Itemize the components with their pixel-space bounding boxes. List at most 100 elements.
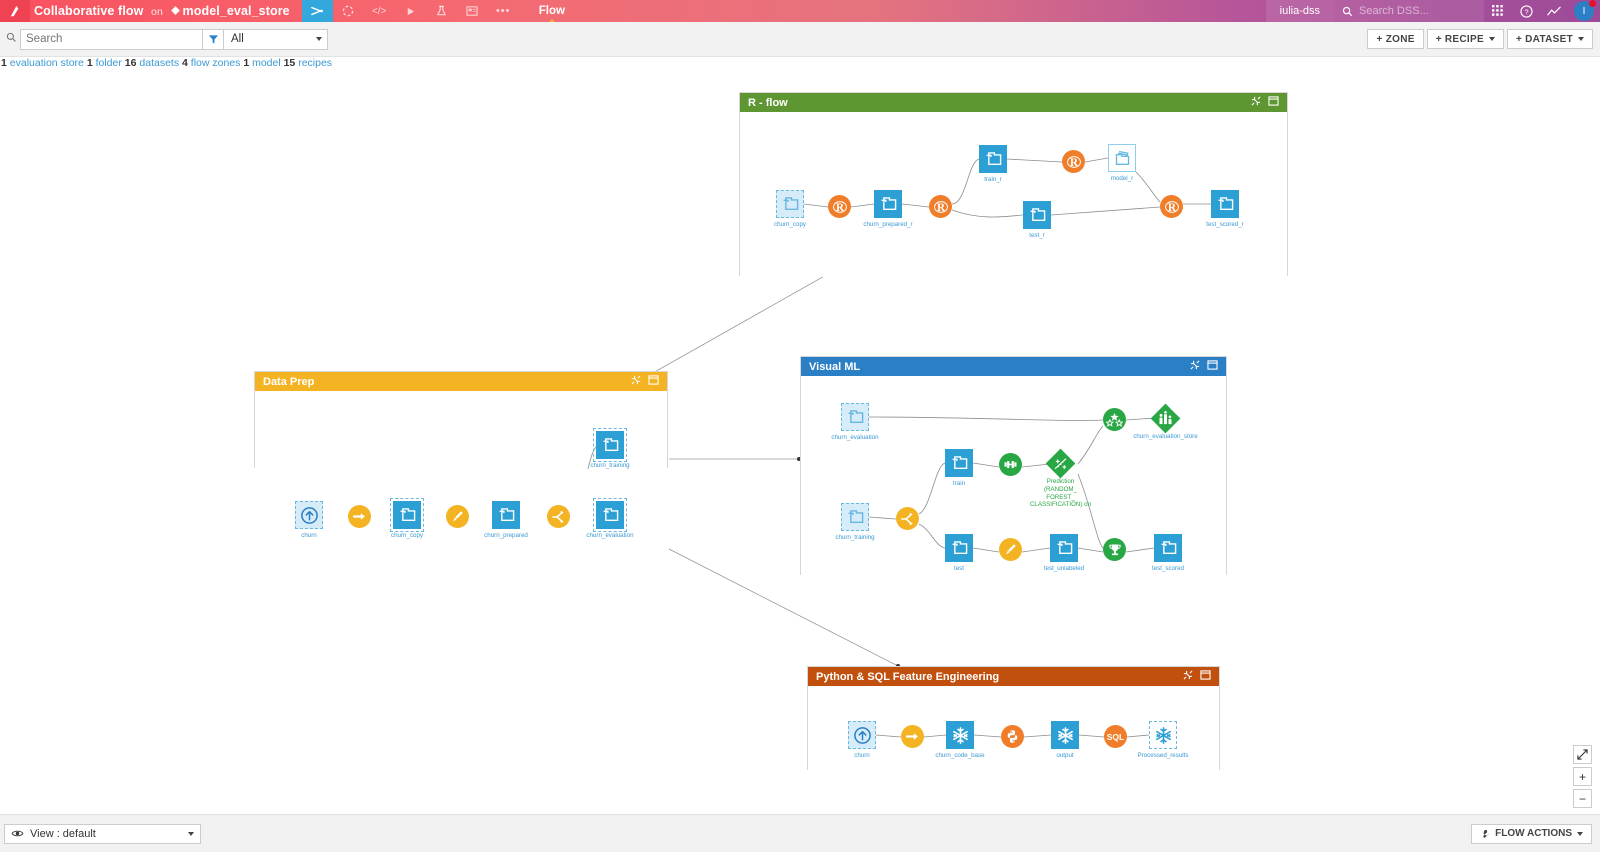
- dataset-test-scored-r[interactable]: test_scored_r: [1211, 190, 1239, 218]
- recipe-sql[interactable]: SQL: [1104, 725, 1127, 748]
- zone-header-data_prep[interactable]: Data Prep: [255, 372, 667, 391]
- project-title-area[interactable]: Collaborative flow on model_eval_store: [30, 4, 290, 18]
- zone-body-visual_ml[interactable]: churn_evaluation churn_training train Predi…: [801, 376, 1226, 576]
- search-input[interactable]: [20, 29, 203, 50]
- zone-header-r_flow[interactable]: R - flow: [740, 93, 1287, 112]
- zoom-in-button[interactable]: +: [1573, 767, 1592, 786]
- user-avatar[interactable]: I: [1574, 1, 1594, 21]
- count-link[interactable]: flow zones: [188, 57, 241, 69]
- add-recipe-label: + RECIPE: [1436, 34, 1484, 45]
- dataiku-logo-icon[interactable]: [0, 0, 30, 22]
- instance-name[interactable]: iulia-dss: [1266, 0, 1334, 22]
- flow-icon[interactable]: [302, 0, 333, 22]
- node-label: train: [953, 480, 965, 488]
- run-icon[interactable]: [395, 0, 426, 22]
- dataset-churn-evaluation[interactable]: churn_evaluation: [841, 403, 869, 431]
- count-link[interactable]: datasets: [136, 57, 179, 69]
- recipe-score[interactable]: [1103, 538, 1126, 561]
- count-link[interactable]: model: [249, 57, 281, 69]
- code-icon[interactable]: </>: [364, 0, 395, 22]
- help-icon[interactable]: ?: [1512, 0, 1540, 22]
- filter-select[interactable]: All: [224, 29, 328, 50]
- zoom-fit-button[interactable]: [1573, 745, 1592, 764]
- more-icon[interactable]: •••: [488, 0, 519, 22]
- zone-collapse-icon[interactable]: [1251, 96, 1261, 109]
- add-recipe-button[interactable]: + RECIPE: [1427, 29, 1504, 49]
- dataset-churn-code-base[interactable]: churn_code_base: [946, 721, 974, 749]
- flow-zone-r_flow[interactable]: R - flow churn_copy Rchurn_prepared_r Rtrai…: [739, 92, 1288, 276]
- node-label: test_scored: [1152, 565, 1184, 573]
- add-dataset-button[interactable]: + DATASET: [1507, 29, 1593, 49]
- recipe-sync[interactable]: [901, 725, 924, 748]
- flow-actions-button[interactable]: FLOW ACTIONS: [1471, 824, 1592, 844]
- flow-zone-visual_ml[interactable]: Visual MLchurn_evaluationchurn_trainingt…: [800, 356, 1227, 575]
- count-link[interactable]: folder: [93, 57, 122, 69]
- apps-grid-icon[interactable]: [1484, 0, 1512, 22]
- zone-collapse-icon[interactable]: [1190, 360, 1200, 373]
- folder-model-r[interactable]: model_r: [1108, 144, 1136, 172]
- recipe-r-2[interactable]: R: [929, 195, 952, 218]
- dataset-churn-training[interactable]: churn_training: [841, 503, 869, 531]
- zone-maximize-icon[interactable]: [1207, 360, 1218, 373]
- recipe-sync-1[interactable]: [348, 505, 371, 528]
- recipe-split[interactable]: [547, 505, 570, 528]
- notebook-icon[interactable]: [457, 0, 488, 22]
- zone-maximize-icon[interactable]: [1200, 670, 1211, 683]
- zoom-out-button[interactable]: −: [1573, 789, 1592, 808]
- zone-body-python_sql[interactable]: churn churn_code_base output SQL Processed_r…: [808, 686, 1219, 771]
- global-search-input[interactable]: Search DSS...: [1334, 0, 1484, 22]
- node-label: churn_training: [835, 534, 874, 542]
- lab-flask-icon[interactable]: [426, 0, 457, 22]
- zone-header-visual_ml[interactable]: Visual ML: [801, 357, 1226, 376]
- dataset-processed-results[interactable]: Processed_results: [1149, 721, 1177, 749]
- zone-body-r_flow[interactable]: churn_copy Rchurn_prepared_r Rtrain_r Rmode…: [740, 112, 1287, 277]
- zone-collapse-icon[interactable]: [1183, 670, 1193, 683]
- dataset-churn-upload[interactable]: churn: [848, 721, 876, 749]
- zone-collapse-icon[interactable]: [631, 375, 641, 388]
- zone-header-python_sql[interactable]: Python & SQL Feature Engineering: [808, 667, 1219, 686]
- dataset-churn-copy[interactable]: churn_copy: [393, 501, 421, 529]
- dataset-test-unlabeled[interactable]: test_unlabeled: [1050, 534, 1078, 562]
- activity-chart-icon[interactable]: [1540, 0, 1568, 22]
- dataset-churn-training[interactable]: churn_training: [596, 431, 624, 459]
- dataset-churn-evaluation[interactable]: churn_evaluation: [596, 501, 624, 529]
- dataset-test-r[interactable]: test_r: [1023, 201, 1051, 229]
- flow-zone-python_sql[interactable]: Python & SQL Feature Engineeringchurnchu…: [807, 666, 1220, 770]
- flow-zone-data_prep[interactable]: Data Prepchurnchurn_copychurn_preparedch…: [254, 371, 668, 468]
- recipe-train[interactable]: [999, 453, 1022, 476]
- dataset-output[interactable]: output: [1051, 721, 1079, 749]
- zone-maximize-icon[interactable]: [1268, 96, 1279, 109]
- add-zone-button[interactable]: + ZONE: [1367, 29, 1423, 49]
- recipe-prepare[interactable]: [999, 538, 1022, 561]
- r-recipe-icon: R: [828, 195, 851, 218]
- model-prediction[interactable]: Prediction (RANDOM_ FOREST_ CLASSIFICATI…: [1050, 453, 1071, 474]
- project-name: model_eval_store: [183, 4, 290, 18]
- dataset-icon: [1050, 534, 1078, 562]
- evaluation-store[interactable]: churn_evaluation_store: [1155, 408, 1176, 429]
- recipe-r-1[interactable]: R: [828, 195, 851, 218]
- filter-button[interactable]: [203, 29, 224, 50]
- dataset-churn-copy[interactable]: churn_copy: [776, 190, 804, 218]
- count-link[interactable]: recipes: [295, 57, 332, 69]
- dashboard-icon[interactable]: [333, 0, 364, 22]
- dataset-train-r[interactable]: train_r: [979, 145, 1007, 173]
- recipe-split[interactable]: [896, 507, 919, 530]
- recipe-r-4[interactable]: R: [1160, 195, 1183, 218]
- recipe-r-3[interactable]: R: [1062, 150, 1085, 173]
- recipe-prepare[interactable]: [446, 505, 469, 528]
- dataset-train[interactable]: train: [945, 449, 973, 477]
- node-label: churn_copy: [774, 221, 806, 229]
- dataset-churn-upload[interactable]: churn: [295, 501, 323, 529]
- flow-canvas[interactable]: R - flow churn_copy Rchurn_prepared_r Rtrai…: [0, 71, 1600, 814]
- node-label: churn_copy: [391, 532, 423, 540]
- recipe-evaluate[interactable]: [1103, 408, 1126, 431]
- dataset-test-scored[interactable]: test_scored: [1154, 534, 1182, 562]
- zone-body-data_prep[interactable]: churnchurn_copychurn_preparedchurn_train…: [255, 391, 667, 469]
- count-link[interactable]: evaluation store: [7, 57, 84, 69]
- dataset-test[interactable]: test: [945, 534, 973, 562]
- zone-maximize-icon[interactable]: [648, 375, 659, 388]
- view-select[interactable]: View : default: [4, 824, 201, 844]
- dataset-churn-prepared[interactable]: churn_prepared: [492, 501, 520, 529]
- recipe-python[interactable]: [1001, 725, 1024, 748]
- dataset-churn-prepared-r[interactable]: churn_prepared_r: [874, 190, 902, 218]
